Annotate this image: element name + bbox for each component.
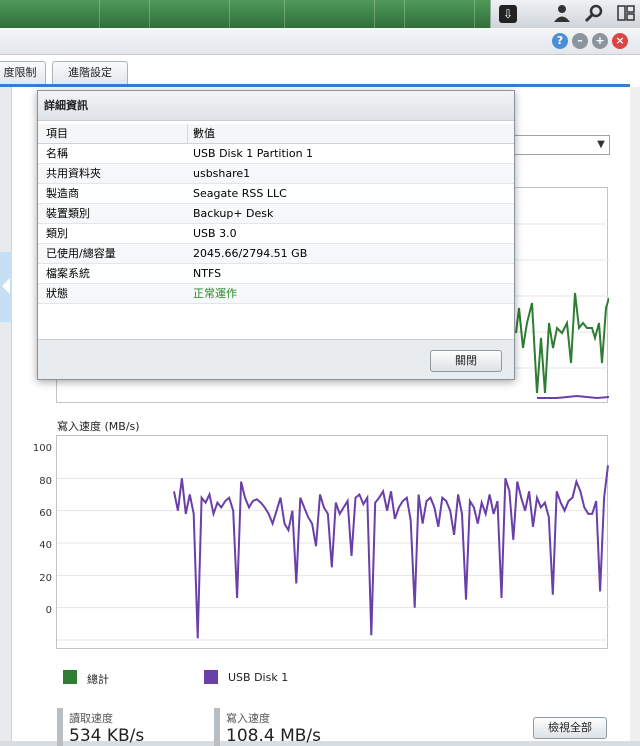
write-speed-chart: [56, 435, 609, 649]
help-icon[interactable]: ?: [552, 33, 568, 49]
y-tick-label: 40: [39, 540, 52, 552]
table-row: 共用資料夾 usbshare1: [38, 164, 514, 184]
window-titlebar: ? – + ×: [0, 28, 640, 55]
row-item: 類別: [46, 227, 68, 240]
taskbar-segment: [100, 0, 150, 28]
y-tick-label: 80: [39, 475, 52, 487]
table-row: 已使用/總容量 2045.66/2794.51 GB: [38, 244, 514, 264]
row-value: Seagate RSS LLC: [193, 187, 287, 200]
table-row: 裝置類別 Backup+ Desk: [38, 204, 514, 224]
usb-device-icon[interactable]: ⇩: [499, 5, 517, 23]
dialog-footer: 關閉: [38, 339, 514, 379]
y-tick-label: 100: [32, 443, 52, 455]
maximize-icon[interactable]: +: [592, 33, 608, 49]
search-icon[interactable]: [583, 3, 605, 25]
taskbar-segment: [150, 0, 230, 28]
taskbar-segment: [40, 0, 100, 28]
table-row: 檔案系統 NTFS: [38, 264, 514, 284]
write-speed-axis-label: 寫入速度 (MB/s): [57, 420, 140, 433]
vertical-scrollbar[interactable]: [630, 87, 640, 741]
table-row: 名稱 USB Disk 1 Partition 1: [38, 144, 514, 164]
column-header-item: 項目: [46, 127, 68, 140]
side-panel: [0, 87, 12, 741]
row-value: USB 3.0: [193, 227, 237, 240]
y-tick-label: 60: [39, 508, 52, 519]
series-line-usb-disk: [173, 465, 609, 639]
row-item: 名稱: [46, 147, 68, 160]
write-stat-bar: [214, 708, 220, 746]
row-value: Backup+ Desk: [193, 207, 274, 220]
legend-label-total: 總計: [87, 673, 109, 686]
details-dialog: 詳細資訊 項目 數值 名稱 USB Disk 1 Partition 1 共用資料…: [37, 90, 515, 380]
row-value: 2045.66/2794.51 GB: [193, 247, 308, 260]
taskbar-segment: [405, 0, 475, 28]
row-value: NTFS: [193, 267, 222, 280]
dialog-title: 詳細資訊: [38, 91, 514, 121]
details-table: 項目 數值 名稱 USB Disk 1 Partition 1 共用資料夾 usbs…: [38, 124, 514, 304]
status-value: 正常運作: [193, 287, 237, 300]
y-tick-label: 20: [39, 572, 52, 584]
table-row: 狀態 正常運作: [38, 284, 514, 304]
tab-speed-limit[interactable]: 度限制: [0, 61, 46, 84]
device-select[interactable]: ▼: [514, 135, 610, 155]
row-item: 製造商: [46, 187, 79, 200]
table-row: 類別 USB 3.0: [38, 224, 514, 244]
row-value: usbshare1: [193, 167, 251, 180]
tab-advanced-settings[interactable]: 進階設定: [52, 61, 128, 84]
column-divider: [187, 124, 188, 144]
view-all-button[interactable]: 檢視全部: [533, 717, 607, 739]
tab-bar: 度限制 進階設定: [0, 59, 640, 84]
legend-swatch-total: [63, 670, 77, 684]
taskbar-segment: [375, 0, 405, 28]
row-item: 已使用/總容量: [46, 247, 116, 260]
y-tick-label: 0: [45, 605, 52, 616]
write-speed-label: 寫入速度: [226, 712, 270, 725]
chevron-down-icon: ▼: [597, 139, 605, 150]
row-value: USB Disk 1 Partition 1: [193, 147, 314, 160]
taskbar-segment: [285, 0, 375, 28]
legend-label-usb-disk: USB Disk 1: [228, 671, 289, 684]
legend-swatch-usb-disk: [204, 670, 218, 684]
row-item: 共用資料夾: [46, 167, 101, 180]
taskbar-segment: [230, 0, 285, 28]
table-header-row: 項目 數值: [38, 124, 514, 144]
read-stat-bar: [57, 708, 63, 746]
widgets-icon[interactable]: [615, 3, 637, 25]
table-row: 製造商 Seagate RSS LLC: [38, 184, 514, 204]
write-speed-value: 108.4 MB/s: [226, 726, 321, 746]
write-speed-plot: [57, 465, 609, 641]
row-item: 狀態: [46, 287, 68, 300]
read-speed-label: 讀取速度: [69, 712, 113, 725]
row-item: 裝置類別: [46, 207, 90, 220]
minimize-icon[interactable]: –: [572, 33, 588, 49]
taskbar-tray: ⇩: [490, 0, 640, 28]
close-button[interactable]: 關閉: [430, 350, 502, 372]
column-header-value: 數值: [193, 127, 215, 140]
close-window-icon[interactable]: ×: [612, 33, 628, 49]
pointer-arrow-icon: [2, 278, 10, 294]
read-speed-value: 534 KB/s: [69, 726, 145, 746]
row-item: 檔案系統: [46, 267, 90, 280]
user-icon[interactable]: [551, 3, 573, 25]
